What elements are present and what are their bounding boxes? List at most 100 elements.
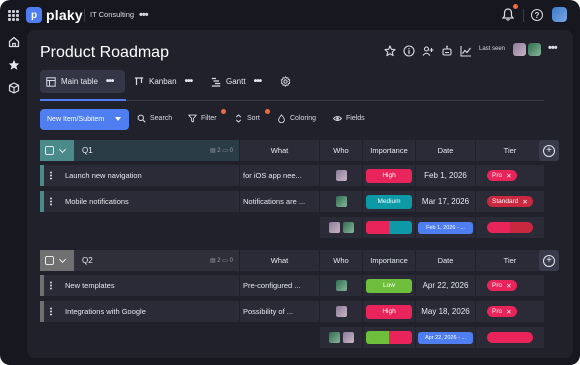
group-checkbox[interactable] bbox=[45, 146, 54, 155]
coloring-button[interactable]: Coloring bbox=[277, 114, 316, 123]
avatar[interactable] bbox=[528, 43, 541, 56]
tab-gantt[interactable]: Gantt ••• bbox=[211, 70, 283, 93]
item-name-cell[interactable]: Mobile notifications bbox=[40, 191, 239, 212]
activity-chart-icon[interactable] bbox=[460, 45, 472, 57]
tab-more-icon[interactable]: ••• bbox=[106, 76, 114, 87]
tab-more-icon[interactable]: ••• bbox=[185, 76, 193, 87]
drag-handle-icon[interactable] bbox=[50, 197, 52, 206]
tab-label: Gantt bbox=[226, 77, 246, 86]
files-count: 2 bbox=[217, 258, 221, 264]
item-name-cell[interactable]: New templates bbox=[40, 275, 239, 296]
importance-summary bbox=[363, 327, 415, 348]
plus-icon: + bbox=[543, 254, 555, 267]
chevron-down-icon[interactable] bbox=[58, 145, 67, 153]
importance-cell[interactable]: Low bbox=[363, 275, 415, 296]
who-cell[interactable] bbox=[320, 301, 362, 322]
group-checkbox[interactable] bbox=[45, 256, 54, 265]
remove-tag-icon[interactable]: ✕ bbox=[522, 198, 527, 206]
box-icon[interactable] bbox=[8, 82, 20, 94]
what-cell[interactable]: Pre-configured ... bbox=[240, 275, 319, 296]
drag-handle-icon[interactable] bbox=[50, 171, 52, 180]
fields-button[interactable]: Fields bbox=[333, 114, 365, 123]
importance-cell[interactable]: High bbox=[363, 165, 415, 186]
view-settings-gear-icon[interactable] bbox=[280, 76, 291, 87]
new-item-button[interactable]: New Item/Subitem bbox=[40, 109, 129, 130]
group-color-tab[interactable] bbox=[40, 140, 74, 161]
tier-cell[interactable]: Pro ✕ bbox=[476, 301, 544, 322]
column-header-importance[interactable]: Importance bbox=[362, 140, 415, 161]
column-header-date[interactable]: Date bbox=[415, 250, 475, 271]
who-cell[interactable] bbox=[320, 165, 362, 186]
info-icon[interactable] bbox=[403, 45, 415, 57]
importance-cell[interactable]: Medium bbox=[363, 191, 415, 212]
avatar[interactable] bbox=[513, 43, 526, 56]
what-cell[interactable]: Notifications are ... bbox=[240, 191, 319, 212]
what-text: Notifications are ... bbox=[243, 197, 306, 206]
group-name[interactable]: Q1 bbox=[82, 146, 210, 155]
importance-pill: High bbox=[366, 168, 412, 183]
apps-grid-icon[interactable] bbox=[8, 10, 19, 21]
sort-icon bbox=[235, 114, 242, 123]
page-title: Product Roadmap bbox=[40, 44, 169, 61]
tab-main-table[interactable]: Main table ••• bbox=[40, 70, 125, 93]
app-logo[interactable]: p plaky bbox=[26, 7, 83, 23]
item-name-cell[interactable]: Launch new navigation bbox=[40, 165, 239, 186]
tier-cell[interactable]: Standard ✕ bbox=[476, 191, 544, 212]
what-cell[interactable]: for iOS app nee... bbox=[240, 165, 319, 186]
importance-cell[interactable]: High bbox=[363, 301, 415, 322]
date-cell[interactable]: Mar 17, 2026 bbox=[416, 191, 475, 212]
date-range-pill: Apr 22, 2026 - ... bbox=[418, 331, 473, 344]
tier-summary bbox=[476, 217, 544, 238]
column-header-what[interactable]: What bbox=[239, 250, 319, 271]
column-header-who[interactable]: Who bbox=[319, 250, 362, 271]
item-name: Mobile notifications bbox=[65, 197, 129, 206]
tier-cell[interactable]: Pro ✕ bbox=[476, 165, 544, 186]
share-users-icon[interactable] bbox=[422, 45, 434, 57]
column-header-what[interactable]: What bbox=[239, 140, 319, 161]
sort-button[interactable]: Sort bbox=[234, 114, 260, 123]
group-color-tab[interactable] bbox=[40, 250, 74, 271]
table-row[interactable]: New templates Pre-configured ... Low Apr… bbox=[40, 275, 544, 296]
add-column-button[interactable]: + bbox=[539, 250, 559, 271]
table-row[interactable]: Integrations with Google Possibility of … bbox=[40, 301, 544, 322]
group-name[interactable]: Q2 bbox=[82, 256, 210, 265]
table-row[interactable]: Mobile notifications Notifications are .… bbox=[40, 191, 544, 212]
chevron-down-icon[interactable] bbox=[58, 255, 67, 263]
home-icon[interactable] bbox=[8, 36, 20, 48]
automation-robot-icon[interactable] bbox=[441, 45, 453, 57]
remove-tag-icon[interactable]: ✕ bbox=[506, 282, 511, 290]
who-cell[interactable] bbox=[320, 275, 362, 296]
workspace-more-icon[interactable]: ••• bbox=[139, 9, 149, 21]
remove-tag-icon[interactable]: ✕ bbox=[506, 308, 511, 316]
search-button[interactable]: Search bbox=[137, 114, 172, 123]
column-header-who[interactable]: Who bbox=[319, 140, 362, 161]
who-cell[interactable] bbox=[320, 191, 362, 212]
tab-kanban[interactable]: Kanban ••• bbox=[134, 70, 206, 93]
workspace-name[interactable]: IT Consulting bbox=[90, 10, 134, 19]
column-header-tier[interactable]: Tier bbox=[475, 140, 544, 161]
date-cell[interactable]: May 18, 2026 bbox=[416, 301, 475, 322]
avatar bbox=[342, 332, 354, 343]
user-avatar[interactable] bbox=[552, 7, 567, 22]
bell-icon[interactable] bbox=[502, 8, 514, 21]
what-cell[interactable]: Possibility of ... bbox=[240, 301, 319, 322]
board-more-icon[interactable]: ••• bbox=[548, 42, 558, 54]
date-cell[interactable]: Apr 22, 2026 bbox=[416, 275, 475, 296]
item-name-cell[interactable]: Integrations with Google bbox=[40, 301, 239, 322]
column-header-importance[interactable]: Importance bbox=[362, 250, 415, 271]
tier-cell[interactable]: Pro ✕ bbox=[476, 275, 544, 296]
divider bbox=[523, 9, 524, 22]
table-row[interactable]: Launch new navigation for iOS app nee...… bbox=[40, 165, 544, 186]
drag-handle-icon[interactable] bbox=[50, 281, 52, 290]
remove-tag-icon[interactable]: ✕ bbox=[506, 172, 511, 180]
filter-button[interactable]: Filter bbox=[188, 114, 217, 123]
drag-handle-icon[interactable] bbox=[50, 307, 52, 316]
column-header-date[interactable]: Date bbox=[415, 140, 475, 161]
tab-more-icon[interactable]: ••• bbox=[254, 76, 262, 87]
star-icon[interactable] bbox=[8, 59, 20, 71]
column-header-tier[interactable]: Tier bbox=[475, 250, 544, 271]
favorite-star-icon[interactable] bbox=[384, 45, 396, 57]
help-icon[interactable]: ? bbox=[531, 9, 543, 21]
date-cell[interactable]: Feb 1, 2026 bbox=[416, 165, 475, 186]
add-column-button[interactable]: + bbox=[539, 140, 559, 161]
